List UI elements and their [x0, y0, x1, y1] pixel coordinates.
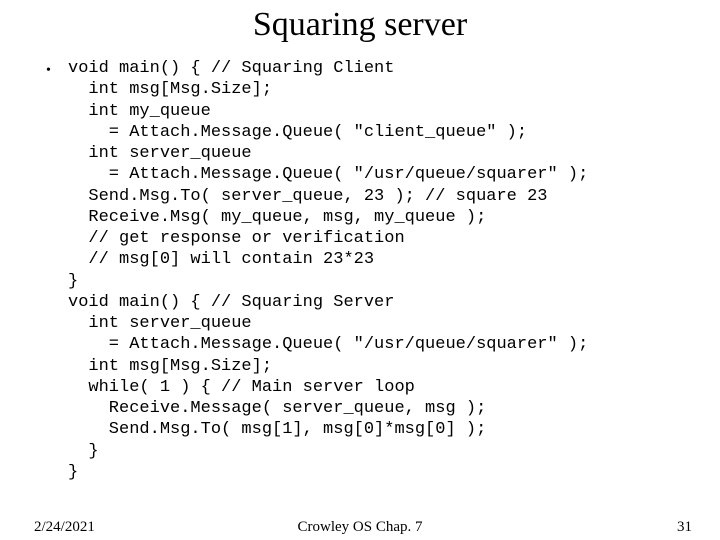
slide: Squaring server • void main() { // Squar… — [0, 6, 720, 540]
slide-title: Squaring server — [0, 6, 720, 44]
footer-page-number: 31 — [677, 519, 692, 536]
slide-body: • void main() { // Squaring Client int m… — [0, 58, 720, 483]
bullet-icon: • — [46, 64, 51, 78]
footer-center: Crowley OS Chap. 7 — [0, 519, 720, 536]
code-block: void main() { // Squaring Client int msg… — [68, 58, 700, 483]
